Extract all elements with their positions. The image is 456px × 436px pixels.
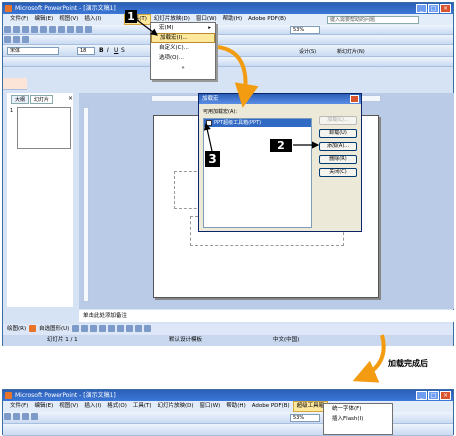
open-icon-2[interactable] (13, 413, 20, 420)
super-toolbox-menu: 统一字体(F) 插入Flash(I) (323, 403, 393, 435)
window-title-2: Microsoft PowerPoint - [演示文稿1] (15, 392, 116, 399)
maximize-button-2[interactable]: □ (428, 391, 439, 400)
save-icon-2[interactable] (22, 413, 29, 420)
powerpoint-window-after: Microsoft PowerPoint - [演示文稿1] _ □ × 文件(… (2, 389, 454, 436)
menu-item-unify-font[interactable]: 统一字体(F) (324, 404, 392, 414)
powerpoint-icon-2 (5, 392, 12, 399)
zoom-select-2[interactable]: 53% (290, 414, 320, 422)
orange-arrow-top (217, 45, 259, 108)
menu-help-2[interactable]: 帮助(H) (223, 401, 248, 412)
menu-tools-2[interactable]: 工具(T) (130, 401, 155, 412)
annotation-arrows (136, 19, 386, 383)
print-icon-2[interactable] (31, 413, 38, 420)
title-bar-2: Microsoft PowerPoint - [演示文稿1] _ □ × (3, 390, 453, 401)
arrow-1 (136, 19, 158, 36)
arrow-3 (203, 122, 213, 152)
menu-item-insert-flash[interactable]: 插入Flash(I) (324, 414, 392, 424)
menu-insert-2[interactable]: 插入(I) (81, 401, 104, 412)
caption-after-loading: 加载完成后 (388, 359, 428, 368)
orange-arrow-bottom (352, 334, 386, 383)
menu-edit-2[interactable]: 编辑(E) (31, 401, 56, 412)
minimize-button-2[interactable]: _ (416, 391, 427, 400)
new-icon-2[interactable] (4, 413, 11, 420)
menu-adobe-pdf-2[interactable]: Adobe PDF(B) (249, 401, 293, 412)
menu-file-2[interactable]: 文件(F) (7, 401, 31, 412)
close-button-2[interactable]: × (440, 391, 451, 400)
menu-window-2[interactable]: 窗口(W) (197, 401, 224, 412)
menu-slideshow-2[interactable]: 幻灯片放映(D) (155, 401, 197, 412)
menu-view-2[interactable]: 视图(V) (56, 401, 81, 412)
menu-format-2[interactable]: 格式(O) (104, 401, 130, 412)
